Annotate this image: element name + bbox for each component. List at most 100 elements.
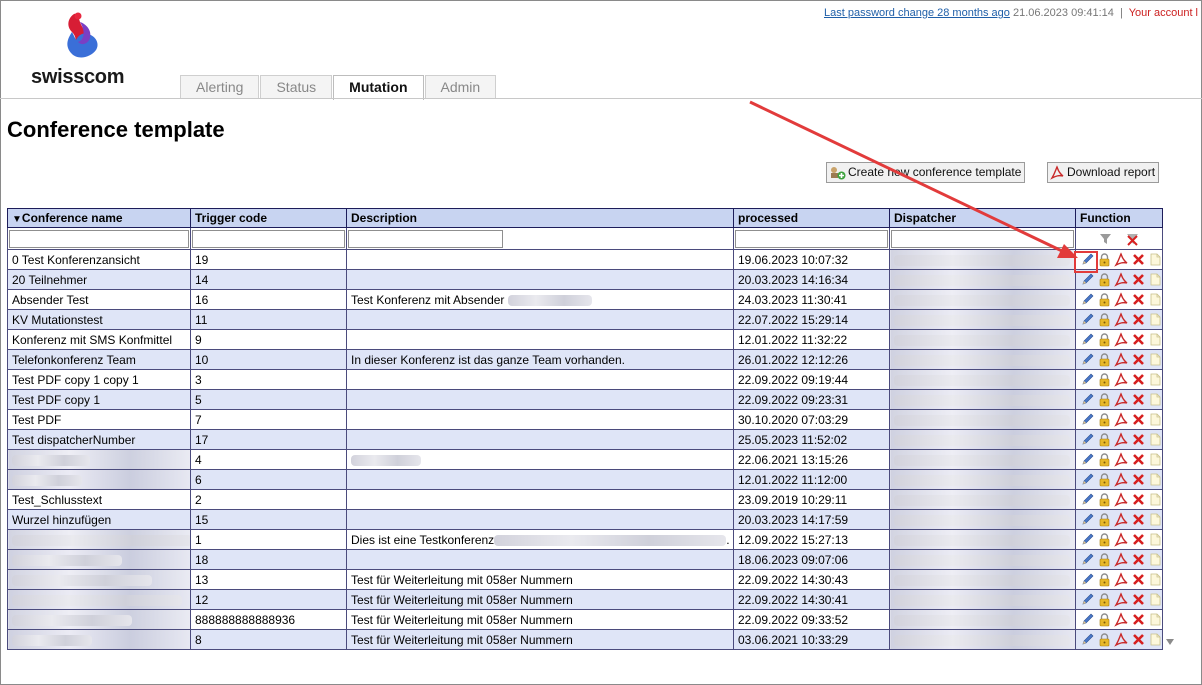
- table-row[interactable]: Wurzel hinzufügen 15 20.03.2023 14:17:59: [7, 509, 1163, 530]
- delete-icon[interactable]: [1131, 512, 1146, 527]
- copy-icon[interactable]: [1148, 372, 1162, 387]
- column-header-dispatcher[interactable]: Dispatcher: [889, 208, 1076, 228]
- edit-icon[interactable]: [1080, 432, 1095, 447]
- pdf-icon[interactable]: [1114, 352, 1129, 367]
- clear-filter-icon[interactable]: [1125, 231, 1140, 246]
- copy-icon[interactable]: [1148, 572, 1162, 587]
- table-row[interactable]: 20 Teilnehmer 14 20.03.2023 14:16:34: [7, 269, 1163, 290]
- edit-icon[interactable]: [1080, 492, 1095, 507]
- copy-icon[interactable]: [1148, 352, 1162, 367]
- your-account-link[interactable]: Your account l: [1129, 7, 1198, 19]
- pdf-icon[interactable]: [1114, 492, 1129, 507]
- copy-icon[interactable]: [1148, 592, 1162, 607]
- pdf-icon[interactable]: [1114, 292, 1129, 307]
- lock-icon[interactable]: [1097, 432, 1112, 447]
- lock-icon[interactable]: [1097, 592, 1112, 607]
- copy-icon[interactable]: [1148, 452, 1162, 467]
- delete-icon[interactable]: [1131, 532, 1146, 547]
- lock-icon[interactable]: [1097, 552, 1112, 567]
- table-row[interactable]: 0 Test Konferenzansicht 19 19.06.2023 10…: [7, 249, 1163, 270]
- table-row[interactable]: Test PDF 7 30.10.2020 07:03:29: [7, 409, 1163, 430]
- delete-icon[interactable]: [1131, 552, 1146, 567]
- edit-icon[interactable]: [1080, 592, 1095, 607]
- table-row[interactable]: 4 22.06.2021 13:15:26: [7, 449, 1163, 470]
- filter-dispatcher-input[interactable]: [891, 229, 1074, 248]
- table-row[interactable]: KV Mutationstest 11 22.07.2022 15:29:14: [7, 309, 1163, 330]
- lock-icon[interactable]: [1097, 252, 1112, 267]
- pdf-icon[interactable]: [1114, 432, 1129, 447]
- delete-icon[interactable]: [1131, 392, 1146, 407]
- pdf-icon[interactable]: [1114, 532, 1129, 547]
- column-header-conference-name[interactable]: ▼Conference name: [7, 208, 191, 228]
- filter-processed-input[interactable]: [735, 229, 888, 248]
- copy-icon[interactable]: [1148, 432, 1162, 447]
- table-row[interactable]: 13 Test für Weiterleitung mit 058er Numm…: [7, 569, 1163, 590]
- lock-icon[interactable]: [1097, 452, 1112, 467]
- pdf-icon[interactable]: [1114, 392, 1129, 407]
- copy-icon[interactable]: [1148, 552, 1162, 567]
- pdf-icon[interactable]: [1114, 372, 1129, 387]
- pdf-icon[interactable]: [1114, 452, 1129, 467]
- copy-icon[interactable]: [1148, 392, 1162, 407]
- lock-icon[interactable]: [1097, 532, 1112, 547]
- table-row[interactable]: 8 Test für Weiterleitung mit 058er Numme…: [7, 629, 1163, 650]
- lock-icon[interactable]: [1097, 292, 1112, 307]
- table-row[interactable]: 1 Dies ist eine Testkonferenz. 12.09.202…: [7, 529, 1163, 550]
- delete-icon[interactable]: [1131, 612, 1146, 627]
- table-row[interactable]: Test PDF copy 1 copy 1 3 22.09.2022 09:1…: [7, 369, 1163, 390]
- pdf-icon[interactable]: [1114, 632, 1129, 647]
- tab-admin[interactable]: Admin: [424, 75, 497, 99]
- filter-icon[interactable]: [1098, 231, 1113, 246]
- copy-icon[interactable]: [1148, 632, 1162, 647]
- pdf-icon[interactable]: [1114, 612, 1129, 627]
- table-row[interactable]: Telefonkonferenz Team 10 In dieser Konfe…: [7, 349, 1163, 370]
- table-row[interactable]: Test dispatcherNumber 17 25.05.2023 11:5…: [7, 429, 1163, 450]
- column-header-processed[interactable]: processed: [733, 208, 890, 228]
- copy-icon[interactable]: [1148, 292, 1162, 307]
- edit-icon[interactable]: [1080, 312, 1095, 327]
- pdf-icon[interactable]: [1114, 572, 1129, 587]
- lock-icon[interactable]: [1097, 312, 1112, 327]
- copy-icon[interactable]: [1148, 252, 1162, 267]
- tab-status[interactable]: Status: [260, 75, 333, 99]
- edit-icon[interactable]: [1080, 532, 1095, 547]
- delete-icon[interactable]: [1131, 492, 1146, 507]
- delete-icon[interactable]: [1131, 452, 1146, 467]
- table-row[interactable]: 888888888888936 Test für Weiterleitung m…: [7, 609, 1163, 630]
- table-row[interactable]: Test PDF copy 1 5 22.09.2022 09:23:31: [7, 389, 1163, 410]
- lock-icon[interactable]: [1097, 572, 1112, 587]
- pdf-icon[interactable]: [1114, 272, 1129, 287]
- copy-icon[interactable]: [1148, 532, 1162, 547]
- lock-icon[interactable]: [1097, 612, 1112, 627]
- table-row[interactable]: 18 18.06.2023 09:07:06: [7, 549, 1163, 570]
- tab-alerting[interactable]: Alerting: [180, 75, 260, 99]
- delete-icon[interactable]: [1131, 632, 1146, 647]
- delete-icon[interactable]: [1131, 432, 1146, 447]
- delete-icon[interactable]: [1131, 412, 1146, 427]
- edit-icon[interactable]: [1080, 552, 1095, 567]
- filter-description-input[interactable]: [348, 229, 503, 248]
- delete-icon[interactable]: [1131, 572, 1146, 587]
- pdf-icon[interactable]: [1114, 592, 1129, 607]
- scroll-down-icon[interactable]: [1165, 637, 1175, 647]
- lock-icon[interactable]: [1097, 492, 1112, 507]
- delete-icon[interactable]: [1131, 312, 1146, 327]
- edit-icon[interactable]: [1080, 472, 1095, 487]
- delete-icon[interactable]: [1131, 592, 1146, 607]
- pdf-icon[interactable]: [1114, 412, 1129, 427]
- lock-icon[interactable]: [1097, 512, 1112, 527]
- edit-icon[interactable]: [1080, 512, 1095, 527]
- pdf-icon[interactable]: [1114, 472, 1129, 487]
- pdf-icon[interactable]: [1114, 252, 1129, 267]
- edit-icon[interactable]: [1080, 412, 1095, 427]
- lock-icon[interactable]: [1097, 632, 1112, 647]
- lock-icon[interactable]: [1097, 412, 1112, 427]
- copy-icon[interactable]: [1148, 612, 1162, 627]
- tab-mutation[interactable]: Mutation: [333, 75, 424, 100]
- edit-icon[interactable]: [1080, 372, 1095, 387]
- copy-icon[interactable]: [1148, 512, 1162, 527]
- column-header-trigger-code[interactable]: Trigger code: [190, 208, 347, 228]
- edit-icon[interactable]: [1080, 332, 1095, 347]
- edit-icon[interactable]: [1080, 292, 1095, 307]
- delete-icon[interactable]: [1131, 332, 1146, 347]
